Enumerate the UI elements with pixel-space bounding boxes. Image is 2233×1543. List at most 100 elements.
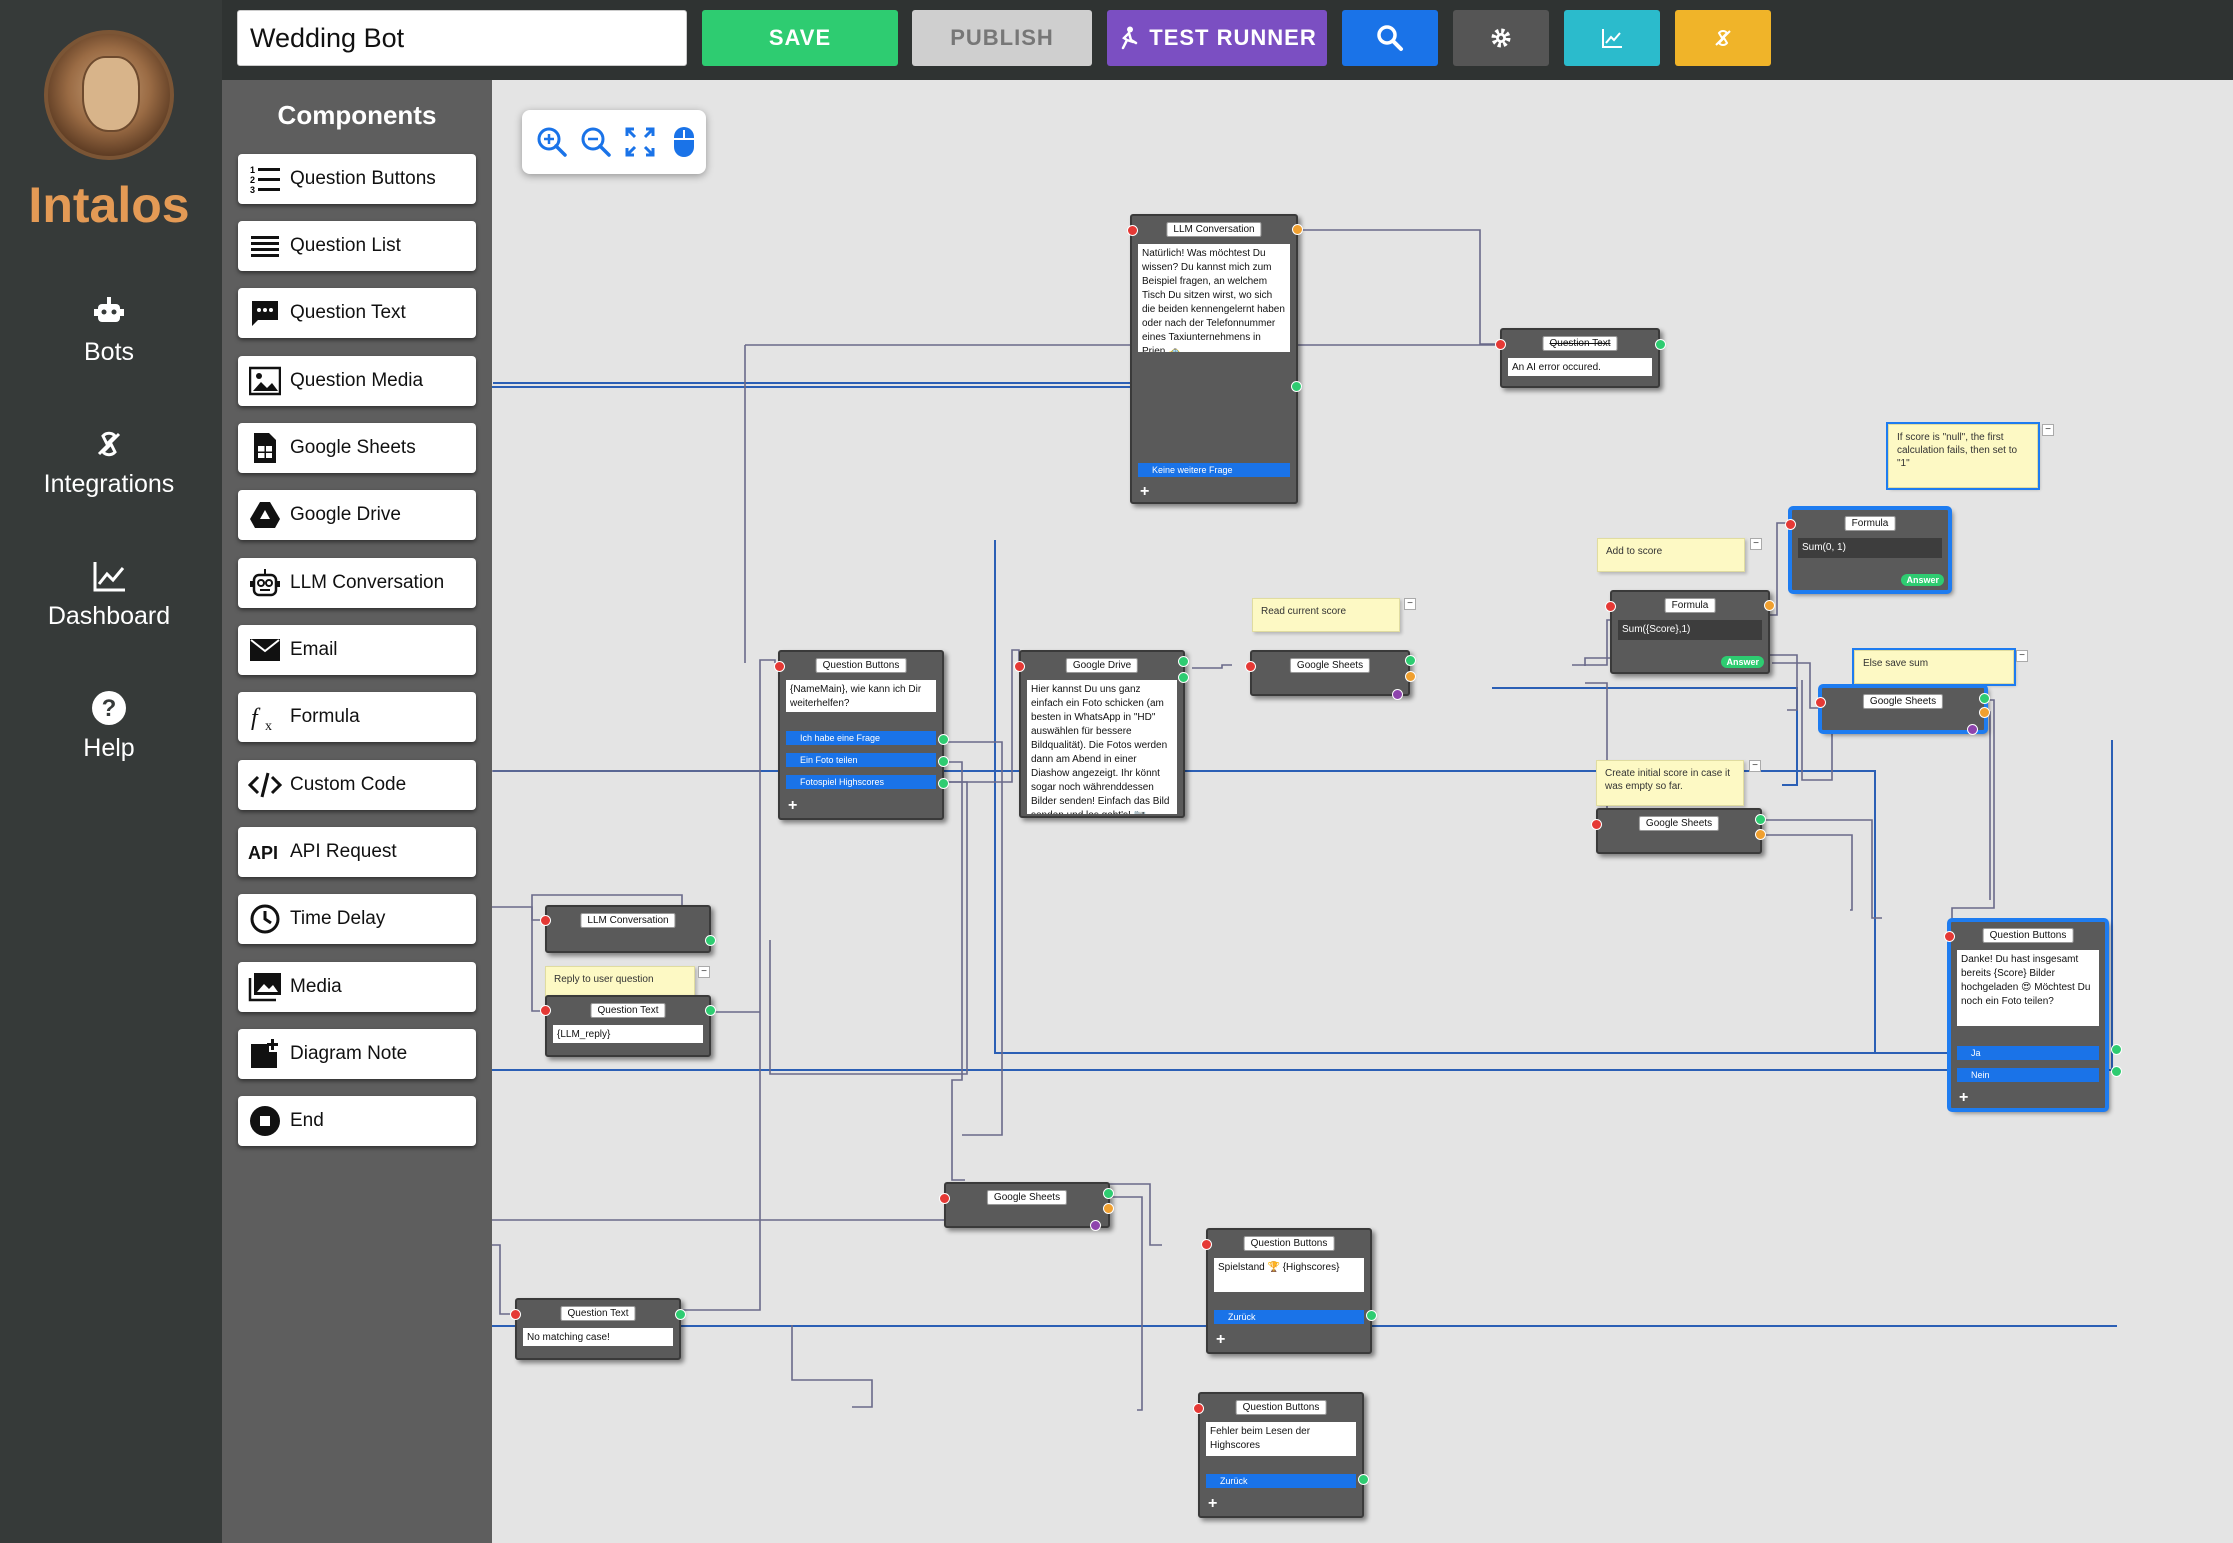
publish-button[interactable]: PUBLISH — [912, 10, 1092, 66]
input-port[interactable] — [1495, 339, 1506, 350]
component-time-delay[interactable]: Time Delay — [238, 894, 476, 944]
node-google-sheets[interactable]: Google Sheets — [1596, 808, 1762, 854]
node-question-text[interactable]: Question Text An AI error occured. — [1500, 328, 1660, 388]
component-formula[interactable]: fx Formula — [238, 692, 476, 742]
analytics-button[interactable] — [1564, 10, 1660, 66]
component-end[interactable]: End — [238, 1096, 476, 1146]
output-port[interactable] — [1655, 339, 1666, 350]
node-question-buttons[interactable]: Question Buttons Danke! Du hast insgesam… — [1949, 920, 2107, 1110]
flow-canvas[interactable]: LLM Conversation Natürlich! Was möchtest… — [492, 80, 2233, 1543]
node-question-buttons[interactable]: Question Buttons Fehler beim Lesen der H… — [1198, 1392, 1364, 1518]
formula-expression[interactable]: Sum({Score},1) — [1618, 620, 1762, 640]
output-port[interactable] — [675, 1309, 686, 1320]
node-llm-conversation[interactable]: LLM Conversation — [545, 905, 711, 953]
input-port[interactable] — [1605, 601, 1616, 612]
error-port[interactable] — [1405, 671, 1416, 682]
zoom-in-icon[interactable] — [534, 124, 570, 160]
output-port[interactable] — [705, 935, 716, 946]
input-port[interactable] — [939, 1193, 950, 1204]
component-custom-code[interactable]: Custom Code — [238, 760, 476, 810]
collapse-note-button[interactable]: − — [1749, 760, 1761, 772]
diagram-note[interactable]: Else save sum — [1852, 648, 2016, 686]
node-question-text[interactable]: Question Text No matching case! — [515, 1298, 681, 1360]
formula-expression[interactable]: Sum(0, 1) — [1798, 538, 1942, 558]
component-google-drive[interactable]: Google Drive — [238, 490, 476, 540]
collapse-note-button[interactable]: − — [2016, 650, 2028, 662]
bot-name-input[interactable] — [237, 10, 687, 66]
diagram-note[interactable]: Add to score — [1597, 538, 1745, 572]
node-option[interactable]: Fotospiel Highscores — [786, 775, 936, 789]
node-google-drive[interactable]: Google Drive Hier kannst Du uns ganz ein… — [1019, 650, 1185, 818]
success-port[interactable] — [1405, 655, 1416, 666]
test-runner-button[interactable]: TEST RUNNER — [1107, 10, 1327, 66]
input-port[interactable] — [1944, 931, 1955, 942]
output-port[interactable] — [1178, 672, 1189, 683]
input-port[interactable] — [1785, 519, 1796, 530]
input-port[interactable] — [774, 661, 785, 672]
empty-port[interactable] — [1967, 724, 1978, 735]
output-port[interactable] — [1358, 1474, 1369, 1485]
component-media[interactable]: Media — [238, 962, 476, 1012]
input-port[interactable] — [1014, 661, 1025, 672]
component-google-sheets[interactable]: Google Sheets — [238, 423, 476, 473]
input-port[interactable] — [1815, 697, 1826, 708]
node-option[interactable]: Ein Foto teilen — [786, 753, 936, 767]
add-option-icon[interactable]: + — [1959, 1090, 1968, 1106]
node-option[interactable]: Zurück — [1206, 1474, 1356, 1488]
component-question-list[interactable]: Question List — [238, 221, 476, 271]
empty-port[interactable] — [1392, 689, 1403, 700]
diagram-note[interactable]: Reply to user question — [545, 966, 695, 998]
collapse-note-button[interactable]: − — [698, 966, 710, 978]
input-port[interactable] — [1127, 225, 1138, 236]
input-port[interactable] — [1193, 1403, 1204, 1414]
component-question-text[interactable]: Question Text — [238, 288, 476, 338]
node-question-buttons[interactable]: Question Buttons {NameMain}, wie kann ic… — [778, 650, 944, 820]
input-port[interactable] — [540, 1005, 551, 1016]
nav-item-integrations[interactable]: Integrations — [0, 424, 218, 499]
node-option[interactable]: Nein — [1957, 1068, 2099, 1082]
error-port[interactable] — [1103, 1203, 1114, 1214]
add-option-icon[interactable]: + — [788, 798, 797, 814]
zoom-out-icon[interactable] — [578, 124, 614, 160]
output-port[interactable] — [938, 734, 949, 745]
input-port[interactable] — [1201, 1239, 1212, 1250]
success-port[interactable] — [1755, 814, 1766, 825]
node-option[interactable]: Ja — [1957, 1046, 2099, 1060]
nav-item-bots[interactable]: Bots — [0, 292, 218, 367]
success-port[interactable] — [1103, 1188, 1114, 1199]
add-option-icon[interactable]: + — [1216, 1332, 1225, 1348]
node-option[interactable]: Keine weitere Frage — [1138, 463, 1290, 477]
mouse-icon[interactable] — [666, 124, 702, 160]
component-api-request[interactable]: API API Request — [238, 827, 476, 877]
diagram-note[interactable]: Read current score — [1252, 598, 1400, 632]
collapse-note-button[interactable]: − — [1404, 598, 1416, 610]
output-port[interactable] — [1291, 381, 1302, 392]
node-question-text[interactable]: Question Text {LLM_reply} — [545, 995, 711, 1057]
input-port[interactable] — [540, 915, 551, 926]
component-diagram-note[interactable]: Diagram Note — [238, 1029, 476, 1079]
nav-item-help[interactable]: ? Help — [0, 688, 218, 763]
node-google-sheets[interactable]: Google Sheets — [1820, 686, 1986, 732]
nav-item-dashboard[interactable]: Dashboard — [0, 556, 218, 631]
output-port[interactable] — [938, 756, 949, 767]
node-option[interactable]: Ich habe eine Frage — [786, 731, 936, 745]
component-llm-conversation[interactable]: LLM Conversation — [238, 558, 476, 608]
collapse-note-button[interactable]: − — [1750, 538, 1762, 550]
save-button[interactable]: SAVE — [702, 10, 898, 66]
node-formula[interactable]: Formula Sum({Score},1) Answer — [1610, 590, 1770, 674]
diagram-note[interactable]: Create initial score in case it was empt… — [1596, 760, 1744, 806]
output-port[interactable] — [938, 778, 949, 789]
node-question-buttons[interactable]: Question Buttons Spielstand 🏆 {Highscore… — [1206, 1228, 1372, 1354]
error-port[interactable] — [1292, 224, 1303, 235]
output-port[interactable] — [2111, 1044, 2122, 1055]
success-port[interactable] — [1178, 656, 1189, 667]
error-port[interactable] — [1764, 600, 1775, 611]
component-question-buttons[interactable]: 123 Question Buttons — [238, 154, 476, 204]
integrations-button[interactable] — [1675, 10, 1771, 66]
search-button[interactable] — [1342, 10, 1438, 66]
success-port[interactable] — [1979, 693, 1990, 704]
fit-screen-icon[interactable] — [622, 124, 658, 160]
error-port[interactable] — [1755, 829, 1766, 840]
input-port[interactable] — [1245, 661, 1256, 672]
input-port[interactable] — [510, 1309, 521, 1320]
